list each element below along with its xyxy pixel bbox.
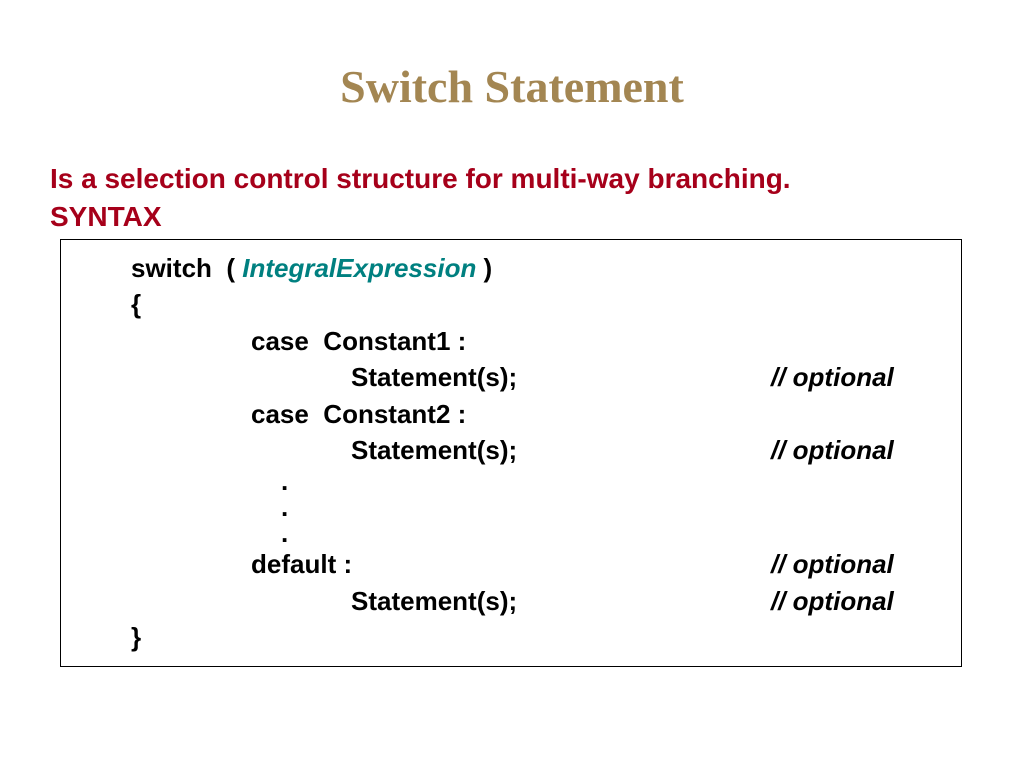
code-line-case1: case Constant1 : <box>61 323 961 359</box>
statement-text: Statement(s); <box>351 359 771 395</box>
code-line-close-brace: } <box>61 619 961 655</box>
slide-title: Switch Statement <box>50 60 974 113</box>
switch-close-paren: ) <box>476 253 492 283</box>
code-line-dot2: . <box>61 494 961 520</box>
statement-text: Statement(s); <box>351 432 771 468</box>
code-line-default: default :// optional <box>61 546 961 582</box>
optional-comment: // optional <box>771 546 894 582</box>
code-line-stmt1: Statement(s);// optional <box>61 359 961 395</box>
switch-expression: IntegralExpression <box>242 253 476 283</box>
code-line-open-brace: { <box>61 286 961 322</box>
code-line-dot3: . <box>61 520 961 546</box>
code-line-stmt2: Statement(s);// optional <box>61 432 961 468</box>
code-line-case2: case Constant2 : <box>61 396 961 432</box>
code-line-switch: switch ( IntegralExpression ) <box>61 250 961 286</box>
optional-comment: // optional <box>771 432 894 468</box>
syntax-code-box: switch ( IntegralExpression ) { case Con… <box>60 239 962 667</box>
statement-text: Statement(s); <box>351 583 771 619</box>
switch-keyword: switch ( <box>131 253 242 283</box>
code-line-stmt3: Statement(s);// optional <box>61 583 961 619</box>
code-line-dot1: . <box>61 468 961 494</box>
syntax-label: SYNTAX <box>50 201 974 233</box>
optional-comment: // optional <box>771 583 894 619</box>
default-keyword: default : <box>251 546 771 582</box>
slide-subtitle: Is a selection control structure for mul… <box>50 163 974 195</box>
optional-comment: // optional <box>771 359 894 395</box>
